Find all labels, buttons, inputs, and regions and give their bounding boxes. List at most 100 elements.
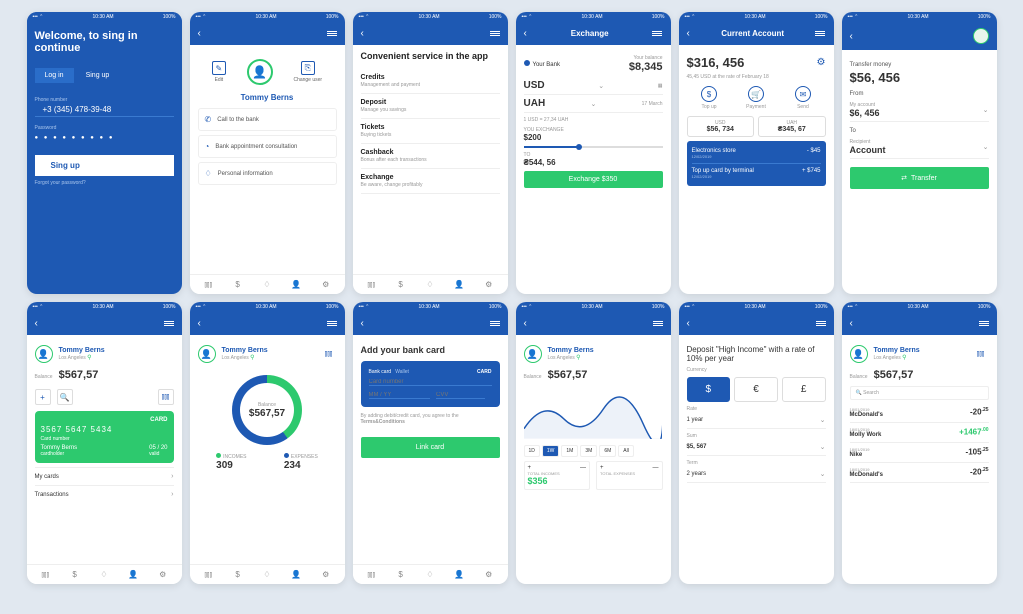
- signup-button[interactable]: Sing up: [35, 155, 174, 176]
- transaction-row[interactable]: 18/01/2019Nike-105.25: [850, 443, 989, 463]
- gear-icon[interactable]: ⚙: [320, 279, 332, 291]
- menu-icon[interactable]: [816, 321, 826, 326]
- menu-icon[interactable]: [653, 321, 663, 326]
- transaction-row[interactable]: 18/01/2019Molly Work+1467.00: [850, 423, 989, 443]
- service-credits[interactable]: CreditsManagement and payment: [361, 69, 500, 94]
- shield-icon[interactable]: ♢: [424, 279, 436, 291]
- sum-select[interactable]: $5, 567⌄: [687, 439, 826, 456]
- rate-select[interactable]: 1 year⌄: [687, 412, 826, 429]
- from-currency[interactable]: USD⌄▦: [524, 77, 663, 95]
- transactions-link[interactable]: Transactions›: [35, 485, 174, 503]
- appointment-item[interactable]: ◔Bank appointment consultation: [198, 135, 337, 158]
- service-cashback[interactable]: CashbackBonus after each transactions: [361, 144, 500, 169]
- to-currency[interactable]: UAH⌄17 March: [524, 95, 663, 113]
- edit-button[interactable]: ✎Edit: [212, 61, 226, 83]
- stats-icon[interactable]: ⫾⫾⫾: [365, 569, 377, 581]
- person-icon[interactable]: 👤: [453, 569, 465, 581]
- back-icon[interactable]: ‹: [524, 28, 527, 39]
- uah-chip[interactable]: UAH₴345, 67: [758, 116, 826, 137]
- transaction-row[interactable]: Electronics store12/02/2019- $45: [692, 146, 821, 161]
- menu-icon[interactable]: [164, 321, 174, 326]
- service-exchange[interactable]: ExchangeBe aware, change profitably: [361, 169, 500, 194]
- password-input[interactable]: ● ● ● ● ● ● ● ● ●: [27, 131, 182, 145]
- back-icon[interactable]: ‹: [687, 318, 690, 329]
- currency-usd[interactable]: $: [687, 377, 731, 402]
- to-account[interactable]: RecipientAccount⌄: [850, 136, 989, 159]
- my-cards-link[interactable]: My cards›: [35, 467, 174, 485]
- link-card-button[interactable]: Link card: [361, 437, 500, 458]
- menu-icon[interactable]: [979, 321, 989, 326]
- back-icon[interactable]: ‹: [198, 318, 201, 329]
- menu-icon[interactable]: [490, 31, 500, 36]
- gear-icon[interactable]: ⚙: [483, 569, 495, 581]
- back-icon[interactable]: ‹: [524, 318, 527, 329]
- stats-button[interactable]: ⫾⫾⫾: [158, 389, 174, 405]
- stats-button[interactable]: ⫾⫾⫾: [321, 346, 337, 362]
- menu-icon[interactable]: [327, 31, 337, 36]
- stats-icon[interactable]: ⫾⫾⫾: [202, 569, 214, 581]
- dollar-icon[interactable]: $: [232, 279, 244, 291]
- menu-icon[interactable]: [815, 31, 825, 36]
- service-deposit[interactable]: DepositManage you savings: [361, 94, 500, 119]
- period-3m[interactable]: 3M: [580, 445, 597, 457]
- gear-icon[interactable]: ⚙: [157, 569, 169, 581]
- menu-icon[interactable]: [652, 31, 662, 36]
- gear-icon[interactable]: ⚙: [320, 569, 332, 581]
- credit-card[interactable]: CARD 3567 5647 5434 Card number Tommy Be…: [35, 411, 174, 463]
- period-6m[interactable]: 6M: [599, 445, 616, 457]
- person-icon[interactable]: 👤: [127, 569, 139, 581]
- back-icon[interactable]: ‹: [687, 28, 690, 39]
- shield-icon[interactable]: ♢: [261, 569, 273, 581]
- card-number-input[interactable]: [369, 379, 492, 386]
- stats-icon[interactable]: ⫾⫾⫾: [202, 279, 214, 291]
- from-account[interactable]: My account$6, 456⌄: [850, 99, 989, 122]
- back-icon[interactable]: ‹: [850, 318, 853, 329]
- search-button[interactable]: 🔍: [57, 389, 73, 405]
- calendar-icon[interactable]: ▦: [658, 83, 663, 89]
- search-input[interactable]: 🔍 Search: [850, 386, 989, 400]
- expiry-input[interactable]: [369, 392, 431, 399]
- stats-icon[interactable]: ⫾⫾⫾: [39, 569, 51, 581]
- period-all[interactable]: All: [618, 445, 634, 457]
- gear-icon[interactable]: ⚙: [483, 279, 495, 291]
- payment-button[interactable]: 🛒Payment: [746, 86, 766, 110]
- shield-icon[interactable]: ♢: [98, 569, 110, 581]
- shield-icon[interactable]: ♢: [424, 569, 436, 581]
- term-select[interactable]: 2 years⌄: [687, 466, 826, 483]
- period-1d[interactable]: 1D: [524, 445, 540, 457]
- transaction-row[interactable]: 18/01/2019McDonald's-20.25: [850, 463, 989, 483]
- back-icon[interactable]: ‹: [361, 28, 364, 39]
- personal-info-item[interactable]: ♢Personal information: [198, 162, 337, 185]
- topup-button[interactable]: $Top up: [701, 86, 717, 110]
- dollar-icon[interactable]: $: [232, 569, 244, 581]
- dollar-icon[interactable]: $: [395, 569, 407, 581]
- forgot-link[interactable]: Forgot your password?: [27, 180, 182, 186]
- transaction-row[interactable]: Top up card by terminal12/02/2019+ $745: [692, 166, 821, 181]
- dollar-icon[interactable]: $: [69, 569, 81, 581]
- gear-icon[interactable]: ⚙: [817, 57, 826, 68]
- transfer-button[interactable]: ⇄Transfer: [850, 167, 989, 189]
- transaction-row[interactable]: 18/01/2019McDonald's-20.25: [850, 403, 989, 423]
- person-icon[interactable]: 👤: [290, 279, 302, 291]
- dollar-icon[interactable]: $: [395, 279, 407, 291]
- currency-eur[interactable]: €: [734, 377, 778, 402]
- shield-icon[interactable]: ♢: [261, 279, 273, 291]
- person-icon[interactable]: 👤: [453, 279, 465, 291]
- currency-gbp[interactable]: £: [782, 377, 826, 402]
- back-icon[interactable]: ‹: [850, 31, 853, 42]
- amount-slider[interactable]: [524, 146, 663, 148]
- service-tickets[interactable]: TicketsBuying tickets: [361, 119, 500, 144]
- change-user-button[interactable]: ⎘Change user: [293, 61, 322, 83]
- tab-login[interactable]: Log in: [35, 68, 74, 83]
- usd-chip[interactable]: USD$56, 734: [687, 116, 755, 137]
- back-icon[interactable]: ‹: [361, 318, 364, 329]
- menu-icon[interactable]: [490, 321, 500, 326]
- tab-signup[interactable]: Sing up: [76, 68, 120, 83]
- send-button[interactable]: ✉Send: [795, 86, 811, 110]
- phone-input[interactable]: +3 (345) 478-39-48: [35, 103, 174, 117]
- exchange-button[interactable]: Exchange $350: [524, 171, 663, 188]
- stats-button[interactable]: ⫾⫾⫾: [973, 346, 989, 362]
- call-bank-item[interactable]: ✆Call to the bank: [198, 108, 337, 131]
- cvv-input[interactable]: [436, 392, 485, 399]
- avatar[interactable]: [973, 28, 989, 44]
